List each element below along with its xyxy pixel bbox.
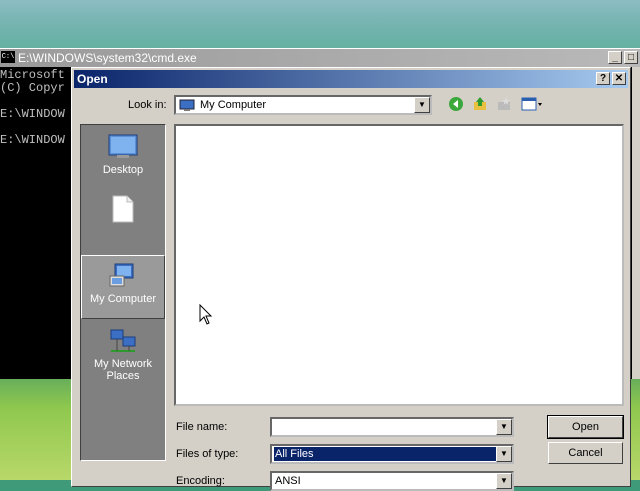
document-icon — [112, 195, 134, 223]
files-of-type-value: All Files — [274, 447, 497, 461]
open-dialog[interactable]: Open ? ✕ Look in: My Computer ▼ Desktop … — [71, 67, 631, 491]
open-button[interactable]: Open — [547, 415, 624, 439]
look-in-dropdown[interactable]: My Computer ▼ — [174, 95, 432, 115]
dialog-titlebar[interactable]: Open ? ✕ — [74, 70, 628, 88]
cmd-titlebar[interactable]: C:\ E:\WINDOWS\system32\cmd.exe _ □ — [0, 49, 640, 67]
back-arrow-icon[interactable] — [446, 96, 466, 116]
cancel-button[interactable]: Cancel — [548, 442, 623, 464]
dialog-title: Open — [77, 72, 108, 86]
desktop-icon — [108, 134, 138, 158]
chevron-down-icon[interactable]: ▼ — [496, 473, 512, 489]
close-button[interactable]: ✕ — [612, 72, 626, 85]
my-computer-icon — [109, 263, 134, 287]
view-menu-icon[interactable] — [520, 96, 544, 116]
chevron-down-icon[interactable]: ▼ — [496, 419, 512, 435]
chevron-down-icon[interactable]: ▼ — [496, 446, 512, 462]
place-my-network-places[interactable]: My Network Places — [81, 327, 165, 382]
cmd-title: E:\WINDOWS\system32\cmd.exe — [18, 51, 197, 65]
files-of-type-label: Files of type: — [176, 448, 239, 460]
up-folder-icon[interactable] — [470, 96, 490, 116]
place-my-computer[interactable]: My Computer — [81, 255, 165, 319]
network-icon — [110, 329, 136, 352]
place-desktop[interactable]: Desktop — [81, 133, 165, 176]
look-in-label: Look in: — [128, 99, 167, 111]
files-of-type-dropdown[interactable]: All Files ▼ — [270, 444, 514, 464]
file-list[interactable] — [174, 124, 624, 406]
cmd-minimize-button[interactable]: _ — [608, 51, 622, 64]
encoding-dropdown[interactable]: ANSI ▼ — [270, 471, 514, 491]
encoding-value: ANSI — [275, 475, 301, 487]
place-documents[interactable] — [81, 195, 165, 226]
cmd-icon: C:\ — [1, 51, 15, 63]
file-name-field[interactable]: ▼ — [270, 417, 514, 437]
cmd-maximize-button[interactable]: □ — [624, 51, 638, 64]
chevron-down-icon[interactable]: ▼ — [414, 97, 430, 113]
my-computer-small-icon — [179, 99, 195, 111]
look-in-value: My Computer — [200, 99, 267, 111]
file-name-label: File name: — [176, 421, 228, 433]
place-label: Desktop — [102, 164, 144, 176]
help-button[interactable]: ? — [596, 72, 610, 85]
mouse-pointer-icon — [199, 304, 213, 325]
encoding-label: Encoding: — [176, 475, 225, 487]
place-label: My Network Places — [93, 358, 153, 382]
places-bar: Desktop My Computer My Network Places — [80, 124, 166, 461]
new-folder-icon[interactable] — [494, 96, 514, 116]
place-label: My Computer — [89, 293, 157, 305]
cmd-scrollbar[interactable] — [632, 67, 640, 379]
